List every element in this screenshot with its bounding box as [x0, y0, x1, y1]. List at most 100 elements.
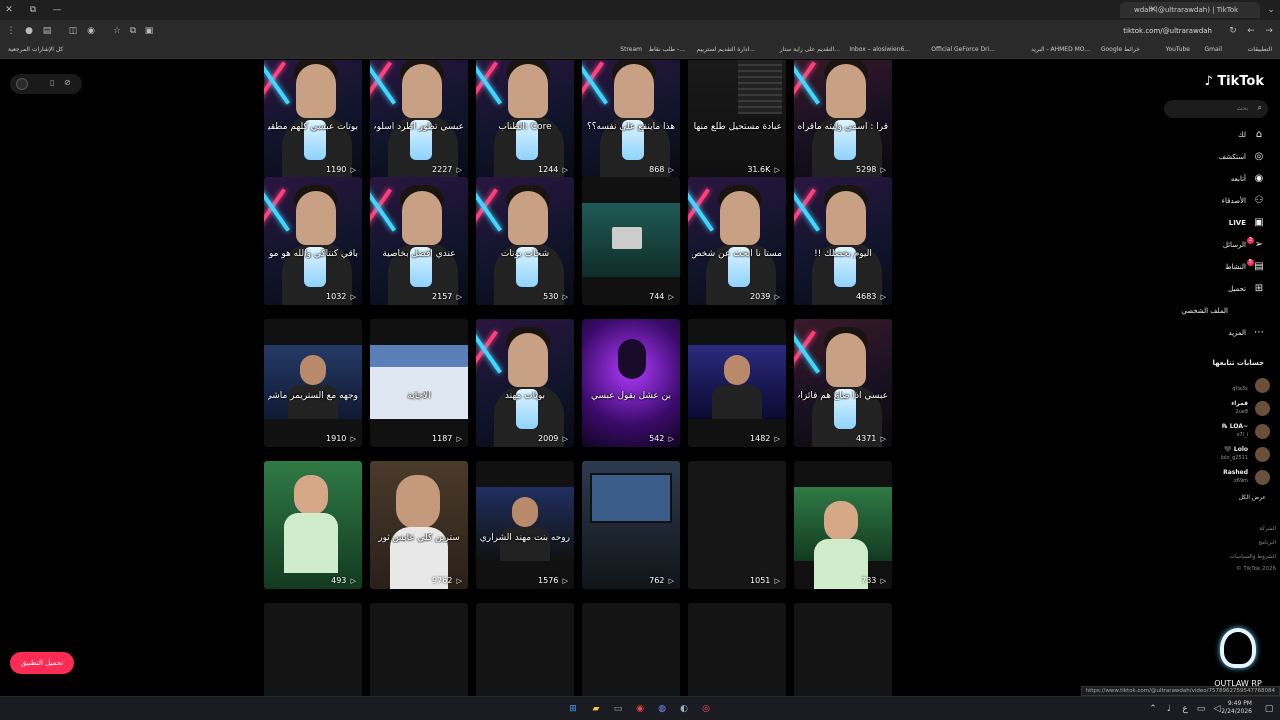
bookmark-star-icon[interactable]: ☆ [110, 24, 124, 38]
settings-icon[interactable]: ⊘ [64, 78, 71, 87]
sidebar-item-more[interactable]: ⋯ المزيد [1168, 324, 1268, 342]
file-explorer-icon[interactable]: ▰ [589, 702, 603, 716]
bookmark-item[interactable]: Stream [620, 46, 642, 53]
install-app-icon[interactable]: ▣ [142, 24, 156, 38]
video-card[interactable]: 493 ▷ [264, 461, 362, 589]
close-window-icon[interactable]: ✕ [2, 3, 16, 17]
video-thumbnail [476, 177, 574, 305]
following-account[interactable]: قمراء 2ue8 [1160, 399, 1270, 419]
search-input[interactable]: بحث ⌕ [1164, 100, 1268, 118]
show-all-link[interactable]: عرض الكل [1239, 494, 1266, 501]
video-placeholder[interactable] [794, 603, 892, 696]
video-card[interactable]: عندي افضل بخاصية 2157 ▷ [370, 177, 468, 305]
sidebar-item-compass[interactable]: ◎ استكشف [1168, 148, 1268, 166]
bookmark-item[interactable]: ادارة التقديم لسترييم... [696, 46, 755, 53]
address-bar[interactable]: tiktok.com/@ultrarawdah [160, 23, 1220, 39]
video-placeholder[interactable] [582, 603, 680, 696]
profile-avatar-icon[interactable]: ● [22, 24, 36, 38]
sidebar-item-home[interactable]: ⌂ لك [1168, 126, 1268, 144]
video-card[interactable]: بوتات عبسي كلهم مطقين 1190 ▷ [264, 60, 362, 178]
steam-icon[interactable]: ◐ [677, 702, 691, 716]
terminal-icon[interactable]: ▭ [611, 702, 625, 716]
following-account[interactable]: Rashed z69m [1160, 468, 1270, 488]
reload-icon[interactable]: ↻ [1226, 24, 1240, 38]
video-card[interactable]: 733 ▷ [794, 461, 892, 589]
video-card[interactable]: باقي كنتاكي والله هو مولاي 1032 ▷ [264, 177, 362, 305]
chrome-icon[interactable]: ◉ [633, 702, 647, 716]
video-card[interactable]: وجهه مع الستريمر ماشي 1910 ▷ [264, 319, 362, 447]
footer-link[interactable]: الشركة [1259, 526, 1276, 532]
record-extension-icon[interactable]: ◉ [84, 24, 98, 38]
video-placeholder[interactable] [688, 603, 786, 696]
share-icon[interactable]: ⧉ [126, 24, 140, 38]
mic-icon[interactable]: ♩ [1162, 702, 1176, 716]
minimize-icon[interactable]: — [50, 3, 64, 17]
sidebar-item-activity[interactable]: ▤ 5 النشاط [1168, 258, 1268, 276]
video-card[interactable]: 1482 ▷ [688, 319, 786, 447]
record-icon[interactable] [16, 78, 28, 90]
video-card[interactable]: 744 ▷ [582, 177, 680, 305]
browser-tab[interactable]: wdah (@ultrarawdah) | TikTok [1120, 2, 1260, 18]
video-card[interactable]: عبسي اذا ضاع هم فائزات يدعو 4371 ▷ [794, 319, 892, 447]
phone-icon[interactable]: ▯ [50, 78, 54, 87]
start-icon[interactable]: ⊞ [566, 702, 580, 716]
extension-icon[interactable]: ▤ [40, 24, 54, 38]
footer-link[interactable]: البرنامج [1258, 540, 1276, 546]
bookmark-item[interactable]: التقديم على راية ستار... [780, 46, 840, 53]
tiktok-logo[interactable]: ♪ TikTok [1204, 74, 1264, 89]
video-card[interactable]: هذا ماينفع على نفسه؟؟ 868 ▷ [582, 60, 680, 178]
video-card[interactable]: روحه بنت مهند الشراري؟؟ 1576 ▷ [476, 461, 574, 589]
screen-recorder-pill[interactable]: ▯ ⊘ [10, 74, 82, 94]
maximize-icon[interactable]: ⧉ [26, 3, 40, 17]
video-card[interactable]: الاجابة 1187 ▷ [370, 319, 468, 447]
video-placeholder[interactable] [370, 603, 468, 696]
sidebar-item-friends[interactable]: ⚇ الأصدقاء [1168, 192, 1268, 210]
following-account[interactable]: qtla3x [1160, 376, 1270, 396]
video-card[interactable]: شحات بوتات 530 ▷ [476, 177, 574, 305]
video-card[interactable]: بوتات مهند 2009 ▷ [476, 319, 574, 447]
bookmark-item[interactable]: YouTube [1166, 46, 1190, 53]
video-card[interactable]: قرأ : اسمي وليته ماقراه 5298 ▷ [794, 60, 892, 178]
menu-icon[interactable]: ⋮ [4, 24, 18, 38]
video-card[interactable]: مستأ نا ابحث عن شخص 2039 ▷ [688, 177, 786, 305]
video-card[interactable]: 1051 ▷ [688, 461, 786, 589]
video-card[interactable]: Core :الطناب 1244 ▷ [476, 60, 574, 178]
get-app-button[interactable]: تحميل التطبيق [10, 652, 74, 674]
bookmark-item[interactable]: Inbox – alosiwien6... [849, 46, 910, 53]
following-account[interactable]: ~LOA ℞ x7l_i [1160, 422, 1270, 442]
all-bookmarks[interactable]: كل الإشارات المرجعية [8, 46, 63, 53]
video-card[interactable]: 762 ▷ [582, 461, 680, 589]
sidebar-item-profile[interactable]: الملف الشخصي [1168, 302, 1268, 320]
clock[interactable]: 9:49 PM 2/24/2026 [1221, 700, 1252, 716]
network-icon[interactable]: ▭ [1194, 702, 1208, 716]
sidebar-item-live[interactable]: ▣ LIVE [1168, 214, 1268, 232]
language-icon[interactable]: ع [1178, 702, 1192, 716]
video-card[interactable]: سترين كلي عابس ثور 9762 ▷ [370, 461, 468, 589]
bookmark-item[interactable]: Gmail [1204, 46, 1222, 53]
app-icon[interactable]: ◎ [699, 702, 713, 716]
extensions-puzzle-icon[interactable]: ◫ [66, 24, 80, 38]
sidebar-item-upload[interactable]: ⊞ تحميل [1168, 280, 1268, 298]
bookmark-item[interactable]: طلب نقاط -... [649, 46, 685, 53]
video-card[interactable]: عبسي تطور اطرد اسلوب من البث 2227 ▷ [370, 60, 468, 178]
following-account[interactable]: Lolo 🖤 lolo_g2511 [1160, 445, 1270, 465]
forward-icon[interactable]: → [1262, 24, 1276, 38]
bookmark-item[interactable]: Official GeForce Dri... [931, 46, 995, 53]
video-placeholder[interactable] [476, 603, 574, 696]
bookmark-item[interactable]: البريد - AHMED MO... [1031, 46, 1090, 53]
tab-close-icon[interactable]: ✕ [1146, 3, 1160, 17]
tab-search-icon[interactable]: ⌄ [1264, 3, 1278, 17]
discord-icon[interactable]: ◍ [655, 702, 669, 716]
video-card[interactable]: اليوم بحصلك !! 4683 ▷ [794, 177, 892, 305]
notifications-icon[interactable]: ▢ [1262, 702, 1276, 716]
back-icon[interactable]: ← [1244, 24, 1258, 38]
video-placeholder[interactable] [264, 603, 362, 696]
tray-chevron-icon[interactable]: ⌃ [1146, 702, 1160, 716]
sidebar-item-following[interactable]: ◉ أتابعه [1168, 170, 1268, 188]
footer-link[interactable]: الشروط والسياسات [1230, 554, 1276, 560]
bookmark-item[interactable]: التطبيقات [1248, 46, 1272, 53]
bookmark-item[interactable]: Google خرائط [1101, 46, 1140, 53]
video-card[interactable]: بن عشل بقول عبسي 542 ▷ [582, 319, 680, 447]
sidebar-item-messages[interactable]: ➢ 2 الرسائل [1168, 236, 1268, 254]
video-card[interactable]: عبادة مستحيل طلع منها حي 31.6K ▷ [688, 60, 786, 178]
